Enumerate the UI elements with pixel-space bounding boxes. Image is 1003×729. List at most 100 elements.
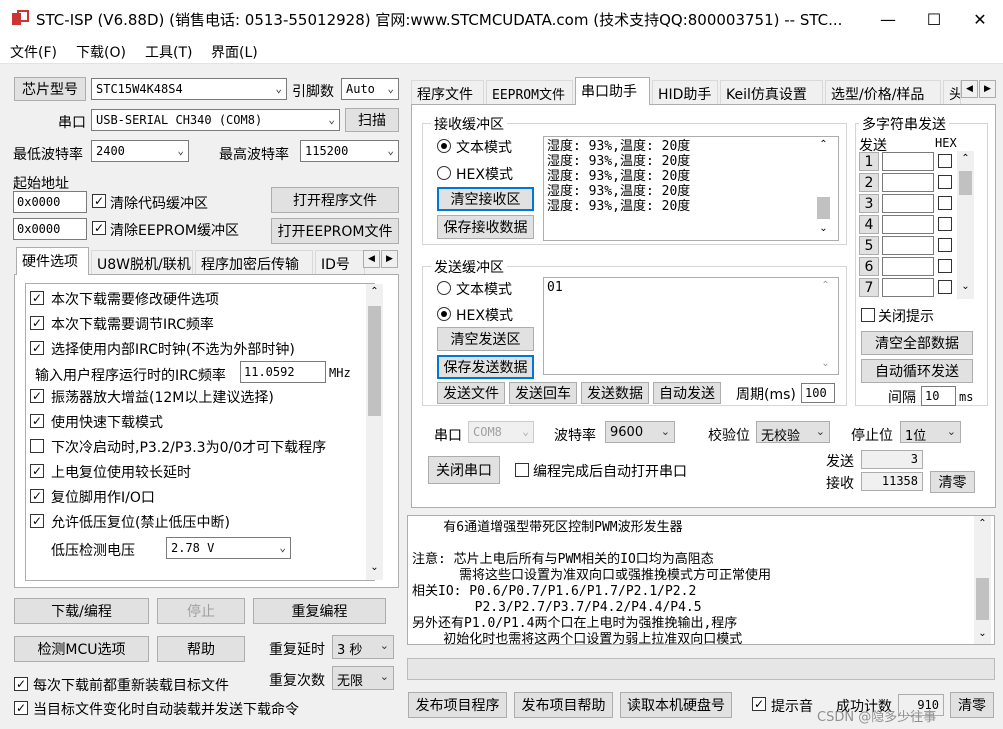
scroll-thumb[interactable] — [817, 197, 830, 219]
menu-download[interactable]: 下载(O) — [76, 42, 126, 62]
chip-model-button[interactable]: 芯片型号 — [14, 77, 86, 101]
tab-more[interactable]: 头 — [943, 80, 961, 104]
receive-textarea[interactable]: 湿度: 93%,温度: 20度 湿度: 93%,温度: 20度 湿度: 93%,温度… — [543, 136, 839, 241]
scroll-down-icon[interactable]: ⌄ — [957, 281, 974, 292]
save-send-button[interactable]: 保存发送数据 — [437, 355, 534, 379]
multi-send-row-hex-checkbox[interactable] — [938, 196, 952, 210]
parity-select[interactable]: 无校验 ⌄ — [756, 421, 830, 443]
check-mcu-options-button[interactable]: 检测MCU选项 — [14, 636, 149, 662]
option-checkbox[interactable] — [30, 439, 44, 453]
tab-scroll-right-icon[interactable]: ▶ — [381, 250, 398, 268]
scan-button[interactable]: 扫描 — [345, 108, 399, 132]
irc-frequency-input[interactable]: 11.0592 — [240, 361, 326, 383]
multi-send-row-hex-checkbox[interactable] — [938, 217, 952, 231]
tab-scroll-left-icon[interactable]: ◀ — [961, 80, 978, 98]
option-checkbox[interactable]: ✓ — [30, 514, 44, 528]
chip-model-select[interactable]: STC15W4K48S4 ⌄ — [91, 78, 287, 100]
auto-loop-send-button[interactable]: 自动循环发送 — [861, 359, 973, 383]
multi-send-row-input[interactable] — [882, 152, 934, 171]
beep-checkbox[interactable]: ✓ — [752, 697, 766, 711]
multi-send-row-hex-checkbox[interactable] — [938, 154, 952, 168]
send-hex-mode-radio[interactable] — [437, 307, 451, 321]
repeat-delay-select[interactable]: 3 秒 ⌄ — [332, 635, 394, 659]
scroll-thumb[interactable] — [959, 171, 972, 195]
open-eeprom-file-button[interactable]: 打开EEPROM文件 — [271, 218, 399, 244]
multi-send-row-hex-checkbox[interactable] — [938, 280, 952, 294]
tab-hardware-options[interactable]: 硬件选项 — [16, 247, 89, 275]
send-scrollbar[interactable]: ⌃ ⌄ — [817, 278, 834, 374]
scroll-up-icon[interactable]: ⌃ — [957, 153, 974, 164]
multi-send-row-button[interactable]: 5 — [859, 236, 879, 255]
multi-string-scrollbar[interactable]: ⌃ ⌄ — [957, 151, 974, 299]
option-checkbox[interactable]: ✓ — [30, 464, 44, 478]
multi-send-row-input[interactable] — [882, 215, 934, 234]
multi-send-row-input[interactable] — [882, 236, 934, 255]
tab-serial-assistant[interactable]: 串口助手 — [575, 77, 650, 105]
repeat-count-select[interactable]: 无限 ⌄ — [332, 666, 394, 690]
clear-all-data-button[interactable]: 清空全部数据 — [861, 331, 973, 355]
multi-send-row-input[interactable] — [882, 257, 934, 276]
min-baud-select[interactable]: 2400 ⌄ — [91, 140, 189, 162]
option-checkbox[interactable]: ✓ — [30, 341, 44, 355]
period-input[interactable]: 100 — [801, 383, 835, 403]
pins-select[interactable]: Auto ⌄ — [341, 78, 399, 100]
read-disk-button[interactable]: 读取本机硬盘号 — [620, 692, 732, 718]
send-return-button[interactable]: 发送回车 — [509, 382, 577, 404]
scroll-down-icon[interactable]: ⌄ — [817, 358, 834, 369]
eeprom-address-input[interactable]: 0x0000 — [13, 218, 87, 240]
multi-send-row-button[interactable]: 6 — [859, 257, 879, 276]
tab-encrypted-transfer[interactable]: 程序加密后传输 — [195, 250, 313, 274]
menu-interface[interactable]: 界面(L) — [211, 42, 258, 62]
scroll-up-icon[interactable]: ⌃ — [366, 286, 383, 302]
multi-send-row-hex-checkbox[interactable] — [938, 259, 952, 273]
clear-code-checkbox[interactable]: ✓ — [92, 194, 106, 208]
multi-send-row-button[interactable]: 3 — [859, 194, 879, 213]
help-button[interactable]: 帮助 — [157, 636, 245, 662]
auto-send-button[interactable]: 自动发送 — [653, 382, 721, 404]
tab-program-file[interactable]: 程序文件 — [411, 80, 484, 104]
multi-send-row-input[interactable] — [882, 173, 934, 192]
reload-before-download-checkbox[interactable]: ✓ — [14, 677, 28, 691]
clear-receive-button[interactable]: 清空接收区 — [437, 187, 534, 211]
recv-text-mode-radio[interactable] — [437, 139, 451, 153]
close-button[interactable]: ✕ — [957, 0, 1003, 38]
publish-help-button[interactable]: 发布项目帮助 — [514, 692, 613, 718]
interval-input[interactable]: 10 — [921, 386, 956, 406]
send-textarea[interactable]: 01 — [543, 277, 839, 375]
tab-id[interactable]: ID号 — [315, 250, 365, 274]
low-voltage-select[interactable]: 2.78 V ⌄ — [166, 537, 291, 559]
multi-send-row-button[interactable]: 1 — [859, 152, 879, 171]
repeat-program-button[interactable]: 重复编程 — [253, 598, 386, 624]
option-checkbox[interactable]: ✓ — [30, 291, 44, 305]
menu-file[interactable]: 文件(F) — [10, 42, 57, 62]
scroll-thumb[interactable] — [976, 578, 989, 620]
receive-scrollbar[interactable]: ⌃ ⌄ — [815, 137, 832, 240]
save-receive-button[interactable]: 保存接收数据 — [437, 215, 534, 239]
publish-program-button[interactable]: 发布项目程序 — [408, 692, 507, 718]
multi-send-row-button[interactable]: 2 — [859, 173, 879, 192]
multi-send-row-button[interactable]: 4 — [859, 215, 879, 234]
close-serial-button[interactable]: 关闭串口 — [428, 456, 500, 484]
scroll-down-icon[interactable]: ⌄ — [815, 223, 832, 234]
option-checkbox[interactable]: ✓ — [30, 316, 44, 330]
clear-count-button[interactable]: 清零 — [930, 471, 975, 493]
send-file-button[interactable]: 发送文件 — [437, 382, 505, 404]
tab-eeprom-file[interactable]: EEPROM文件 — [486, 80, 573, 104]
scroll-up-icon[interactable]: ⌃ — [974, 518, 991, 529]
tab-selection-price[interactable]: 选型/价格/样品 — [825, 80, 941, 104]
max-baud-select[interactable]: 115200 ⌄ — [300, 140, 399, 162]
maximize-button[interactable]: ☐ — [911, 0, 957, 38]
serial-port-select[interactable]: COM8 ⌄ — [468, 421, 534, 443]
option-checkbox[interactable]: ✓ — [30, 489, 44, 503]
options-scrollbar[interactable]: ⌃ ⌄ — [366, 284, 383, 580]
clear-eeprom-checkbox[interactable]: ✓ — [92, 221, 106, 235]
multi-send-row-button[interactable]: 7 — [859, 278, 879, 297]
menu-tools[interactable]: 工具(T) — [145, 42, 192, 62]
scroll-up-icon[interactable]: ⌃ — [815, 139, 832, 150]
open-program-file-button[interactable]: 打开程序文件 — [271, 187, 399, 213]
close-hint-checkbox[interactable] — [861, 308, 875, 322]
clear-send-button[interactable]: 清空发送区 — [437, 327, 534, 351]
tab-u8w-offline[interactable]: U8W脱机/联机 — [91, 250, 193, 274]
multi-send-row-input[interactable] — [882, 278, 934, 297]
scroll-down-icon[interactable]: ⌄ — [366, 562, 383, 578]
